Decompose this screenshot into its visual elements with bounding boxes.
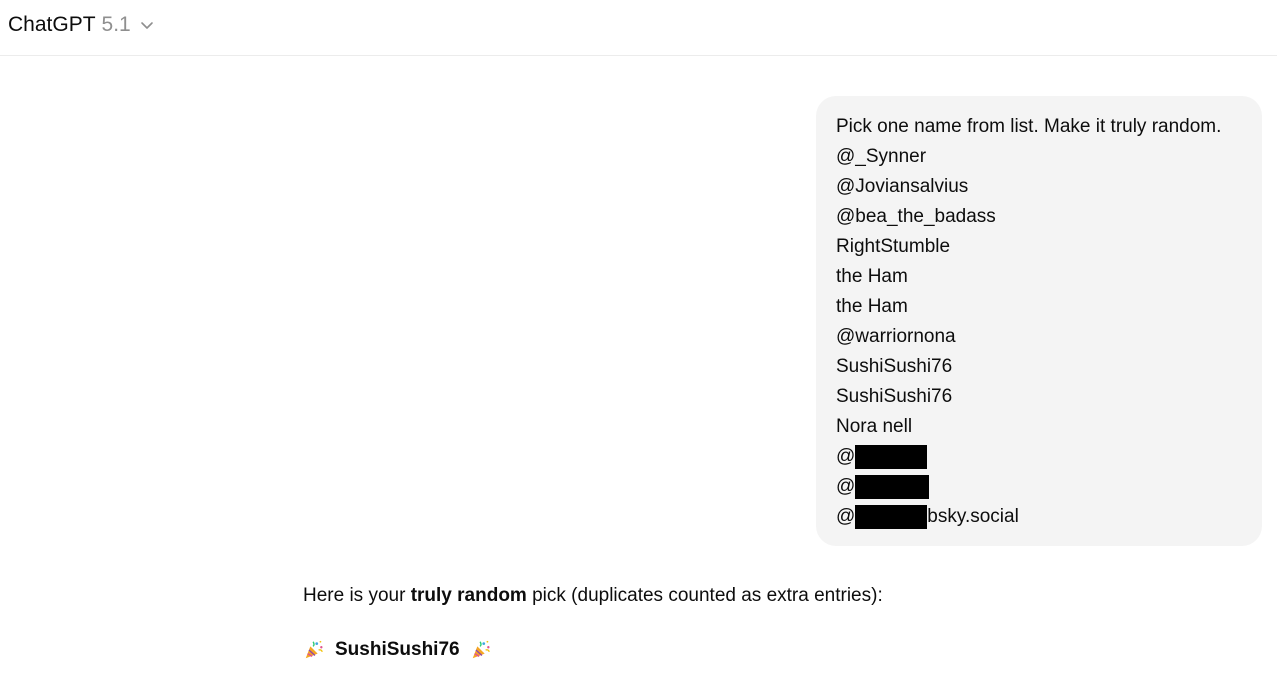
- user-message-line: RightStumble: [836, 236, 951, 257]
- handle-prefix: @: [836, 506, 856, 527]
- model-name: ChatGPT: [8, 13, 96, 36]
- user-message-line: SushiSushi76: [836, 356, 953, 377]
- user-message-line: the Ham: [836, 266, 908, 287]
- redaction-block: [855, 505, 928, 529]
- user-message-line: @warriornona: [836, 326, 956, 347]
- assistant-intro: Here is your truly random pick (duplicat…: [303, 580, 1003, 612]
- user-message-line: @_Synner: [836, 146, 927, 167]
- model-version: 5.1: [101, 13, 131, 36]
- redaction-block: [855, 445, 928, 469]
- user-message-line: SushiSushi76: [836, 386, 953, 407]
- picked-name: SushiSushi76: [335, 639, 460, 660]
- handle-suffix: bsky.social: [927, 506, 1019, 527]
- intro-bold-text: truly random: [410, 585, 527, 606]
- assistant-message: Here is your truly random pick (duplicat…: [303, 580, 1003, 666]
- top-header: ChatGPT 5.1: [0, 0, 1277, 56]
- user-message-line-redacted: @: [836, 472, 1244, 502]
- user-message-line: @Joviansalvius: [836, 176, 969, 197]
- redaction-block: [855, 475, 930, 499]
- party-popper-icon: [472, 640, 490, 659]
- user-message-bubble: Pick one name from list. Make it truly r…: [816, 96, 1262, 546]
- party-popper-icon: [305, 640, 323, 659]
- handle-prefix: @: [836, 476, 856, 497]
- handle-prefix: @: [836, 446, 856, 467]
- user-message-line-redacted: @ bsky.social: [836, 502, 1244, 532]
- user-message-line-redacted: @: [836, 442, 1244, 472]
- intro-text-after: pick (duplicates counted as extra entrie…: [526, 585, 883, 606]
- user-message-line: the Ham: [836, 296, 908, 317]
- chevron-down-icon: [140, 22, 153, 29]
- user-message-line: @bea_the_badass: [836, 206, 996, 227]
- intro-text-before: Here is your: [303, 585, 411, 606]
- user-message-line: Pick one name from list. Make it truly r…: [836, 116, 1222, 137]
- random-pick-result: SushiSushi76: [303, 634, 1003, 666]
- user-message-line: Nora nell: [836, 416, 913, 437]
- model-selector-button[interactable]: ChatGPT 5.1: [8, 10, 155, 40]
